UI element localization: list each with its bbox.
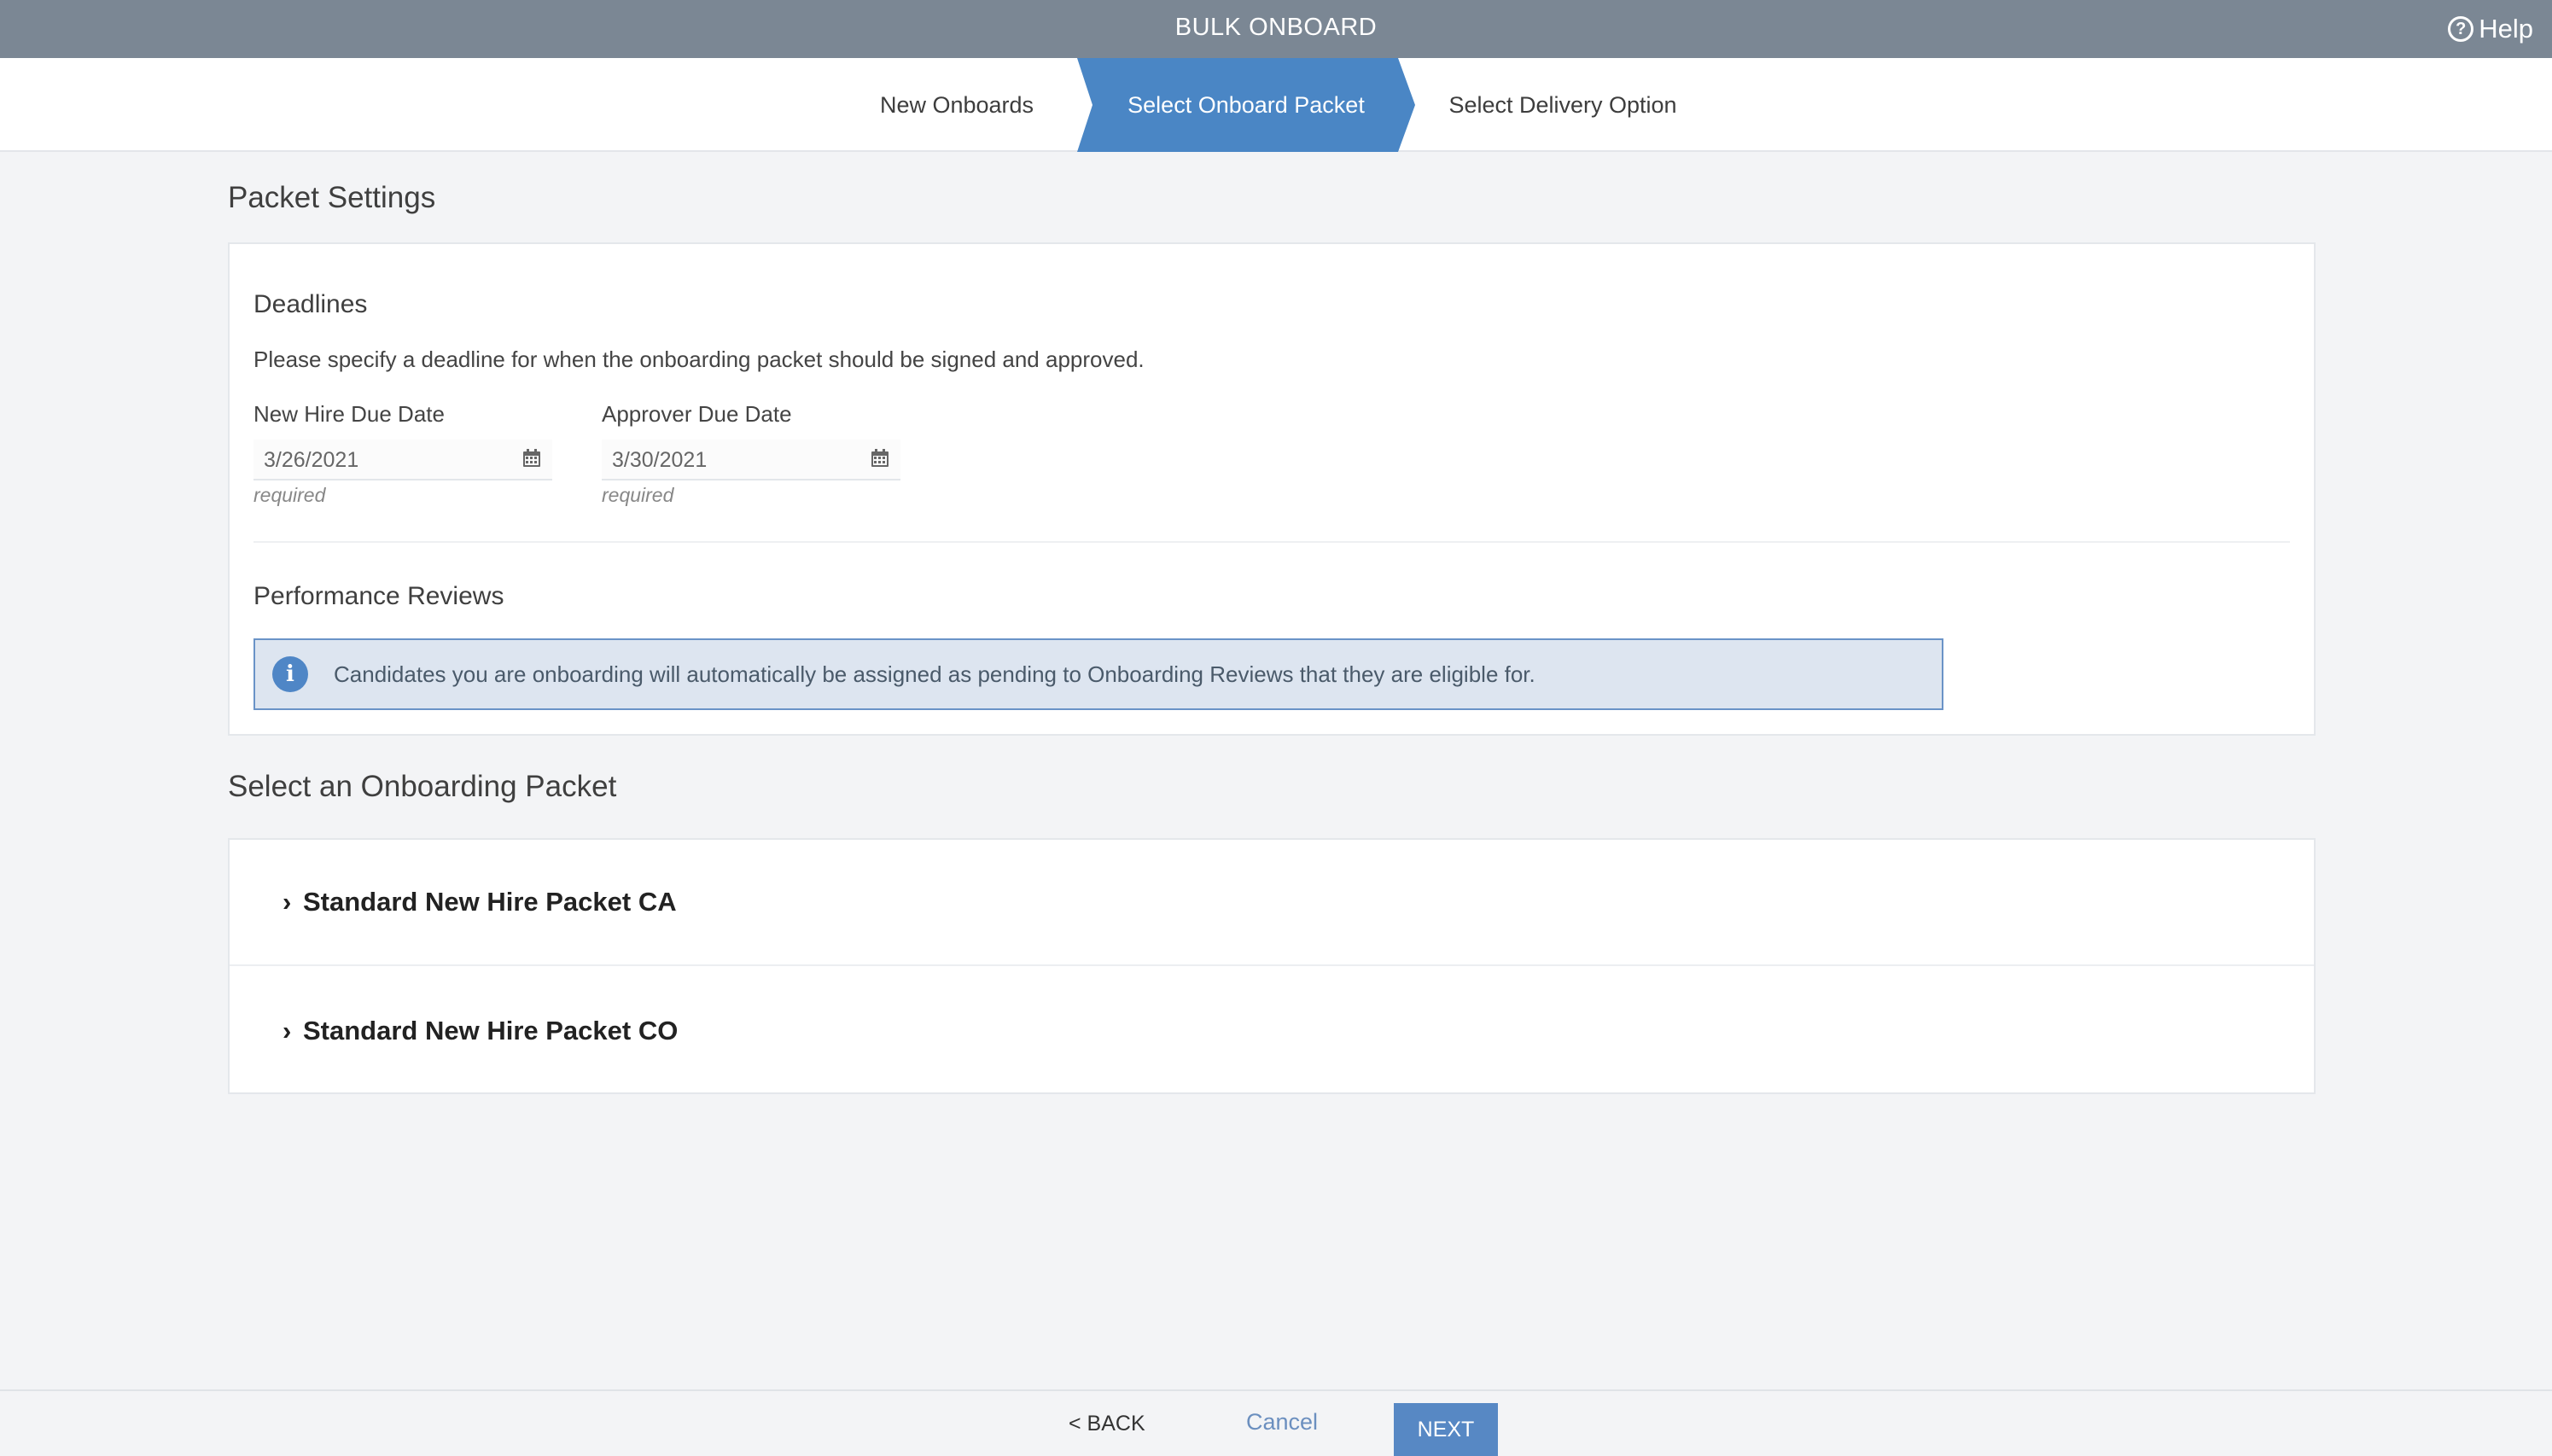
info-message: Candidates you are onboarding will autom…: [334, 661, 1535, 687]
performance-reviews-heading: Performance Reviews: [253, 582, 504, 610]
new-hire-due-date-field: New Hire Due Date 3/26/2021 required: [253, 401, 552, 507]
back-button[interactable]: < BACK: [1069, 1391, 1145, 1456]
new-hire-due-date-input[interactable]: 3/26/2021: [253, 440, 552, 480]
approver-due-date-input[interactable]: 3/30/2021: [602, 440, 900, 480]
step-new-onboards[interactable]: New Onboards: [845, 58, 1069, 152]
step-label: Select Delivery Option: [1448, 92, 1677, 118]
next-button[interactable]: NEXT: [1394, 1403, 1498, 1456]
packet-item-label: Standard New Hire Packet CO: [303, 1016, 679, 1045]
new-hire-due-date-value: 3/26/2021: [264, 448, 359, 472]
step-label: Select Onboard Packet: [1127, 92, 1365, 118]
packet-list: › Standard New Hire Packet CA › Standard…: [228, 838, 2316, 1094]
page-title: BULK ONBOARD: [1174, 14, 1378, 41]
approver-due-date-field: Approver Due Date 3/30/2021 required: [602, 401, 900, 507]
wizard-footer: < BACK Cancel NEXT: [0, 1389, 2552, 1456]
help-label: Help: [2479, 14, 2533, 44]
help-link[interactable]: ? Help: [2448, 0, 2533, 58]
packet-item-standard-co[interactable]: › Standard New Hire Packet CO: [230, 968, 2314, 1094]
packet-item-standard-ca[interactable]: › Standard New Hire Packet CA: [230, 840, 2314, 966]
new-hire-due-date-label: New Hire Due Date: [253, 401, 445, 427]
step-select-onboard-packet[interactable]: Select Onboard Packet: [1077, 58, 1415, 152]
wizard-stepper: New Onboards Select Onboard Packet Selec…: [0, 58, 2552, 152]
chevron-right-icon: ›: [283, 1016, 292, 1045]
section-divider: [253, 541, 2290, 543]
step-label: New Onboards: [879, 92, 1034, 118]
step-select-delivery-option[interactable]: Select Delivery Option: [1415, 58, 1710, 152]
title-bar: BULK ONBOARD ? Help: [0, 0, 2552, 58]
deadlines-heading: Deadlines: [253, 290, 368, 318]
cancel-button[interactable]: Cancel: [1246, 1391, 1318, 1453]
packet-item-label: Standard New Hire Packet CA: [303, 887, 677, 917]
required-hint: required: [602, 484, 674, 506]
approver-due-date-label: Approver Due Date: [602, 401, 792, 427]
select-packet-heading: Select an Onboarding Packet: [228, 770, 617, 803]
help-circle-icon: ?: [2448, 16, 2474, 42]
packet-settings-card: Deadlines Please specify a deadline for …: [228, 242, 2316, 736]
required-hint: required: [253, 484, 326, 506]
approver-due-date-value: 3/30/2021: [612, 448, 708, 472]
deadlines-description: Please specify a deadline for when the o…: [253, 347, 1145, 372]
packet-settings-heading: Packet Settings: [228, 181, 436, 214]
performance-reviews-info-banner: i Candidates you are onboarding will aut…: [253, 638, 1943, 710]
info-icon: i: [272, 656, 308, 692]
calendar-icon[interactable]: [870, 448, 890, 469]
chevron-right-icon: ›: [283, 887, 292, 917]
calendar-icon[interactable]: [521, 448, 542, 469]
